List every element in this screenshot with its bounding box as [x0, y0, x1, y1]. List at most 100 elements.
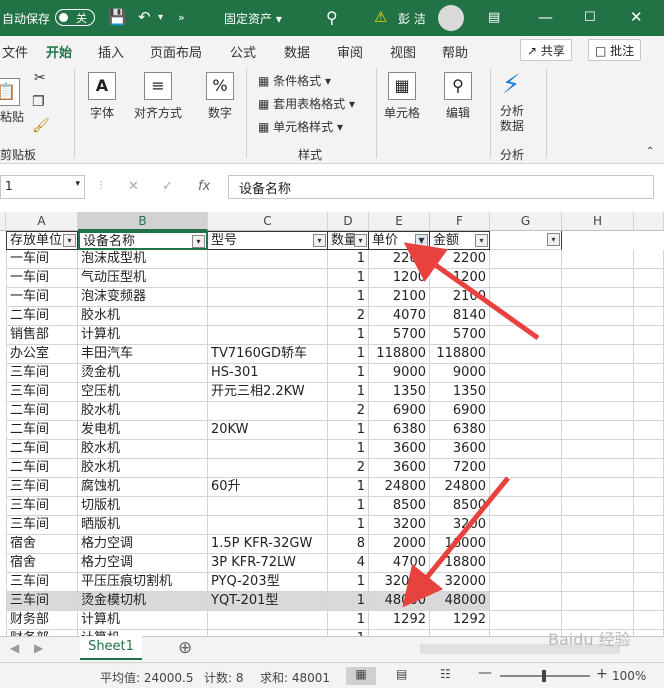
- cell-name[interactable]: 泡沫变频器: [78, 288, 208, 307]
- tab-insert[interactable]: 插入: [98, 42, 124, 61]
- empty-cell[interactable]: [634, 497, 664, 516]
- cell-name[interactable]: 格力空调: [78, 535, 208, 554]
- chevron-down-icon[interactable]: ▾: [158, 12, 163, 23]
- cell-qty[interactable]: 1: [328, 269, 369, 288]
- autosave-toggle[interactable]: 关: [55, 9, 95, 26]
- undo-icon[interactable]: ↶: [138, 8, 151, 26]
- tab-formulas[interactable]: 公式: [230, 42, 256, 61]
- cell-price[interactable]: 2000: [369, 535, 430, 554]
- empty-cell[interactable]: [634, 421, 664, 440]
- cell-name[interactable]: 计算机: [78, 611, 208, 630]
- cell-qty[interactable]: 1: [328, 497, 369, 516]
- cell-name[interactable]: 切版机: [78, 497, 208, 516]
- empty-cell[interactable]: [562, 554, 634, 573]
- empty-cell[interactable]: [562, 345, 634, 364]
- customize-icon[interactable]: »: [178, 11, 185, 24]
- cell-unit[interactable]: 三车间: [6, 383, 78, 402]
- percent-icon[interactable]: %: [206, 72, 234, 100]
- cell-name[interactable]: 空压机: [78, 383, 208, 402]
- empty-cell[interactable]: [490, 478, 562, 497]
- cell-name[interactable]: 计算机: [78, 326, 208, 345]
- cells-label[interactable]: 单元格: [384, 104, 420, 121]
- empty-cell[interactable]: [562, 402, 634, 421]
- empty-cell[interactable]: [562, 478, 634, 497]
- filter-dropdown-icon[interactable]: ▾: [192, 235, 205, 248]
- tab-file[interactable]: 文件: [2, 42, 28, 61]
- cell-unit[interactable]: 二车间: [6, 402, 78, 421]
- share-button[interactable]: ↗ 共享: [520, 39, 572, 61]
- cell-qty[interactable]: 1: [328, 611, 369, 630]
- cell-name[interactable]: 胶水机: [78, 307, 208, 326]
- cell-qty[interactable]: 1: [328, 383, 369, 402]
- empty-cell[interactable]: [634, 288, 664, 307]
- zoom-out-icon[interactable]: —: [478, 665, 492, 681]
- cell-amount[interactable]: 2200: [430, 250, 490, 269]
- cell-name[interactable]: 格力空调: [78, 554, 208, 573]
- empty-cell[interactable]: [490, 288, 562, 307]
- collapse-ribbon-icon[interactable]: ⌃: [646, 146, 654, 157]
- format-as-table-button[interactable]: ▦ 套用表格格式 ▾: [258, 95, 355, 112]
- filter-active-icon[interactable]: ▼: [415, 234, 428, 247]
- cell-model[interactable]: [208, 497, 328, 516]
- filter-dropdown-icon[interactable]: ▾: [63, 234, 76, 247]
- cell-price[interactable]: 3600: [369, 459, 430, 478]
- tab-data[interactable]: 数据: [284, 42, 310, 61]
- cell-unit[interactable]: 一车间: [6, 288, 78, 307]
- normal-view-icon[interactable]: ▦: [346, 667, 376, 685]
- cell-name[interactable]: 晒版机: [78, 516, 208, 535]
- cell-name[interactable]: 胶水机: [78, 459, 208, 478]
- cell-price[interactable]: 4070: [369, 307, 430, 326]
- save-icon[interactable]: 💾: [108, 8, 127, 26]
- tab-page-layout[interactable]: 页面布局: [150, 42, 202, 61]
- empty-cell[interactable]: [634, 440, 664, 459]
- empty-cell[interactable]: [562, 535, 634, 554]
- empty-cell[interactable]: [634, 592, 664, 611]
- avatar[interactable]: [438, 5, 464, 31]
- cell-model[interactable]: TV7160GD轿车: [208, 345, 328, 364]
- cell-model[interactable]: [208, 250, 328, 269]
- empty-cell[interactable]: [490, 269, 562, 288]
- cell-unit[interactable]: 销售部: [6, 326, 78, 345]
- cell-price[interactable]: 8500: [369, 497, 430, 516]
- edit-label[interactable]: 编辑: [446, 104, 470, 121]
- cell-amount[interactable]: 1200: [430, 269, 490, 288]
- cell-unit[interactable]: 宿舍: [6, 535, 78, 554]
- cell-unit[interactable]: 三车间: [6, 364, 78, 383]
- cell-name[interactable]: 烫金机: [78, 364, 208, 383]
- empty-cell[interactable]: [562, 383, 634, 402]
- name-box[interactable]: 1 ▾: [0, 175, 85, 199]
- empty-cell[interactable]: [634, 345, 664, 364]
- header-cell-amount[interactable]: 金额 ▾: [430, 231, 490, 250]
- empty-cell[interactable]: [562, 459, 634, 478]
- cell-unit[interactable]: 二车间: [6, 440, 78, 459]
- empty-cell[interactable]: [490, 421, 562, 440]
- function-icon[interactable]: fx: [198, 179, 210, 194]
- cell-amount[interactable]: 6380: [430, 421, 490, 440]
- cell-amount[interactable]: 8500: [430, 497, 490, 516]
- ribbon-display-icon[interactable]: ▤: [488, 10, 500, 25]
- empty-cell[interactable]: [562, 440, 634, 459]
- cut-icon[interactable]: ✂: [34, 70, 46, 86]
- cell-model[interactable]: 20KW: [208, 421, 328, 440]
- cell-model[interactable]: 开元三相2.2KW: [208, 383, 328, 402]
- cell-price[interactable]: 3200: [369, 516, 430, 535]
- empty-cell[interactable]: [490, 326, 562, 345]
- cell-price[interactable]: 2200: [369, 250, 430, 269]
- empty-cell[interactable]: [634, 269, 664, 288]
- minimize-icon[interactable]: —: [538, 8, 553, 26]
- empty-cell[interactable]: [490, 440, 562, 459]
- empty-cell[interactable]: [634, 402, 664, 421]
- tab-view[interactable]: 视图: [390, 42, 416, 61]
- cell-amount[interactable]: 18800: [430, 554, 490, 573]
- cell-amount[interactable]: 24800: [430, 478, 490, 497]
- cell-unit[interactable]: 二车间: [6, 459, 78, 478]
- cell-model[interactable]: [208, 459, 328, 478]
- cell-qty[interactable]: 8: [328, 535, 369, 554]
- empty-cell[interactable]: [634, 459, 664, 478]
- cell-amount[interactable]: 3200: [430, 516, 490, 535]
- zoom-slider[interactable]: [500, 670, 590, 682]
- cell-qty[interactable]: 1: [328, 440, 369, 459]
- zoom-level[interactable]: 100%: [612, 669, 646, 683]
- cell-qty[interactable]: 1: [328, 478, 369, 497]
- empty-cell[interactable]: [490, 573, 562, 592]
